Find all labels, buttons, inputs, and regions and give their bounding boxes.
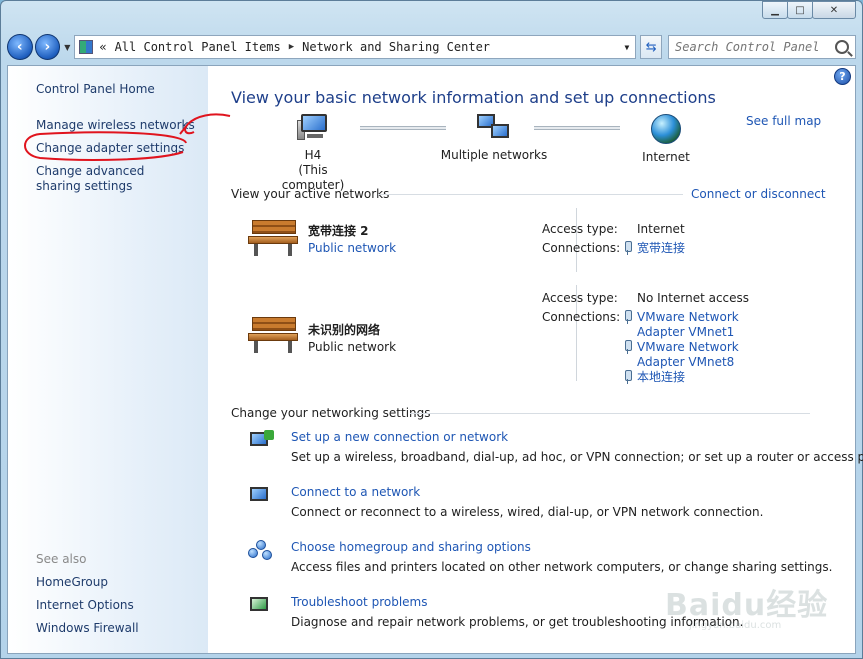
main-panel: ? View your basic network information an… <box>208 66 863 653</box>
see-also-label: See also <box>36 552 87 566</box>
network-name: 未识别的网络 <box>308 323 381 337</box>
public-network-bench-icon <box>248 315 298 355</box>
breadcrumb-network-center[interactable]: Network and Sharing Center <box>302 40 490 54</box>
globe-icon <box>651 114 681 144</box>
connections-label: Connections: <box>542 310 621 324</box>
map-node-multiple-networks[interactable]: Multiple networks <box>438 114 550 163</box>
breadcrumb-all-items[interactable]: All Control Panel Items <box>115 40 281 54</box>
troubleshoot-icon <box>248 595 274 619</box>
control-panel-icon <box>79 40 94 54</box>
page-title: View your basic network information and … <box>231 88 716 107</box>
manage-wireless-link[interactable]: Manage wireless networks <box>36 118 195 133</box>
wired-connection-icon <box>622 370 632 384</box>
change-advanced-sharing-link[interactable]: Change advanced sharing settings <box>36 164 186 194</box>
back-arrow-icon[interactable]: ‹ <box>7 34 33 60</box>
search-icon[interactable] <box>835 40 849 54</box>
map-connector-line <box>534 126 620 130</box>
active-network-2: 未识别的网络 Public network Access type: No In… <box>248 285 808 385</box>
task-description: Connect or reconnect to a wireless, wire… <box>291 505 764 519</box>
multiple-networks-label: Multiple networks <box>440 148 548 162</box>
search-box[interactable] <box>668 35 856 59</box>
connect-network-icon <box>248 485 274 509</box>
connection-link[interactable]: VMware Network Adapter VMnet1 <box>637 310 787 340</box>
setup-connection-link[interactable]: Set up a new connection or network <box>291 430 508 444</box>
forward-arrow-icon[interactable]: › <box>34 34 61 60</box>
map-node-internet[interactable]: Internet <box>626 114 706 165</box>
address-dropdown-icon[interactable]: ▼ <box>625 43 630 52</box>
homegroup-link[interactable]: HomeGroup <box>36 575 108 590</box>
access-type-value: No Internet access <box>637 291 750 305</box>
active-networks-heading: View your active networks <box>231 187 390 201</box>
homegroup-options-link[interactable]: Choose homegroup and sharing options <box>291 540 531 554</box>
task-homegroup: Choose homegroup and sharing options Acc… <box>248 540 832 580</box>
task-new-connection: Set up a new connection or network Set u… <box>248 430 863 470</box>
breadcrumb-separator-icon[interactable]: ▶ <box>289 42 294 52</box>
public-network-bench-icon <box>248 218 298 258</box>
help-icon[interactable]: ? <box>834 68 851 85</box>
map-node-computer[interactable]: H4 (This computer) <box>268 114 358 193</box>
recent-pages-dropdown-icon[interactable]: ▼ <box>64 43 70 52</box>
internet-options-link[interactable]: Internet Options <box>36 598 134 613</box>
wired-connection-icon <box>622 241 632 255</box>
network-category-link[interactable]: Public network <box>308 241 396 255</box>
network-map: H4 (This computer) Multiple networks Int… <box>268 114 708 192</box>
map-connector-line <box>360 126 446 130</box>
task-description: Access files and printers located on oth… <box>291 560 833 574</box>
refresh-icon[interactable]: ⇆ <box>640 35 662 59</box>
control-panel-home-link[interactable]: Control Panel Home <box>36 82 155 97</box>
wired-connection-icon <box>622 340 632 354</box>
active-network-1: 宽带连接 2 Public network Access type: Inter… <box>248 208 808 276</box>
see-full-map-link[interactable]: See full map <box>746 114 821 128</box>
troubleshoot-link[interactable]: Troubleshoot problems <box>291 595 427 609</box>
task-description: Diagnose and repair network problems, or… <box>291 615 744 629</box>
vertical-divider <box>576 208 577 272</box>
maximize-button[interactable]: □ <box>787 1 813 19</box>
address-prefix[interactable]: « <box>99 40 106 54</box>
sidebar: Control Panel Home Manage wireless netwo… <box>8 66 208 653</box>
connect-or-disconnect-link[interactable]: Connect or disconnect <box>691 187 826 201</box>
network-name: 宽带连接 2 <box>308 224 369 238</box>
task-troubleshoot: Troubleshoot problems Diagnose and repai… <box>248 595 828 635</box>
windows-firewall-link[interactable]: Windows Firewall <box>36 621 139 636</box>
access-type-value: Internet <box>637 222 685 236</box>
wired-connection-icon <box>622 310 632 324</box>
search-input[interactable] <box>675 40 835 54</box>
network-category: Public network <box>308 340 397 354</box>
task-connect: Connect to a network Connect or reconnec… <box>248 485 828 525</box>
new-connection-icon <box>248 430 274 454</box>
connection-link[interactable]: 本地连接 <box>637 370 685 385</box>
caption-buttons: ▁ □ ✕ <box>762 1 856 19</box>
homegroup-icon <box>248 540 274 564</box>
section-divider <box>378 194 683 195</box>
address-bar[interactable]: « All Control Panel Items ▶ Network and … <box>74 35 637 59</box>
navigation-bar: ‹ › ▼ « All Control Panel Items ▶ Networ… <box>7 31 856 63</box>
connect-to-network-link[interactable]: Connect to a network <box>291 485 420 499</box>
multiple-networks-icon <box>477 114 511 142</box>
connection-link[interactable]: VMware Network Adapter VMnet8 <box>637 340 787 370</box>
task-description: Set up a wireless, broadband, dial-up, a… <box>291 450 863 464</box>
close-button[interactable]: ✕ <box>812 1 856 19</box>
explorer-window: ▁ □ ✕ ‹ › ▼ « All Control Panel Items ▶ … <box>0 0 863 659</box>
access-type-label: Access type: <box>542 222 618 236</box>
change-adapter-settings-link[interactable]: Change adapter settings <box>36 141 184 156</box>
computer-name: H4 <box>304 148 322 162</box>
minimize-button[interactable]: ▁ <box>762 1 788 19</box>
section-divider <box>410 413 810 414</box>
connections-label: Connections: <box>542 241 621 255</box>
networking-settings-heading: Change your networking settings <box>231 406 431 420</box>
connection-link[interactable]: 宽带连接 <box>637 241 685 256</box>
content-area: Control Panel Home Manage wireless netwo… <box>7 65 863 654</box>
computer-icon <box>297 114 329 142</box>
internet-label: Internet <box>642 150 690 164</box>
access-type-label: Access type: <box>542 291 618 305</box>
